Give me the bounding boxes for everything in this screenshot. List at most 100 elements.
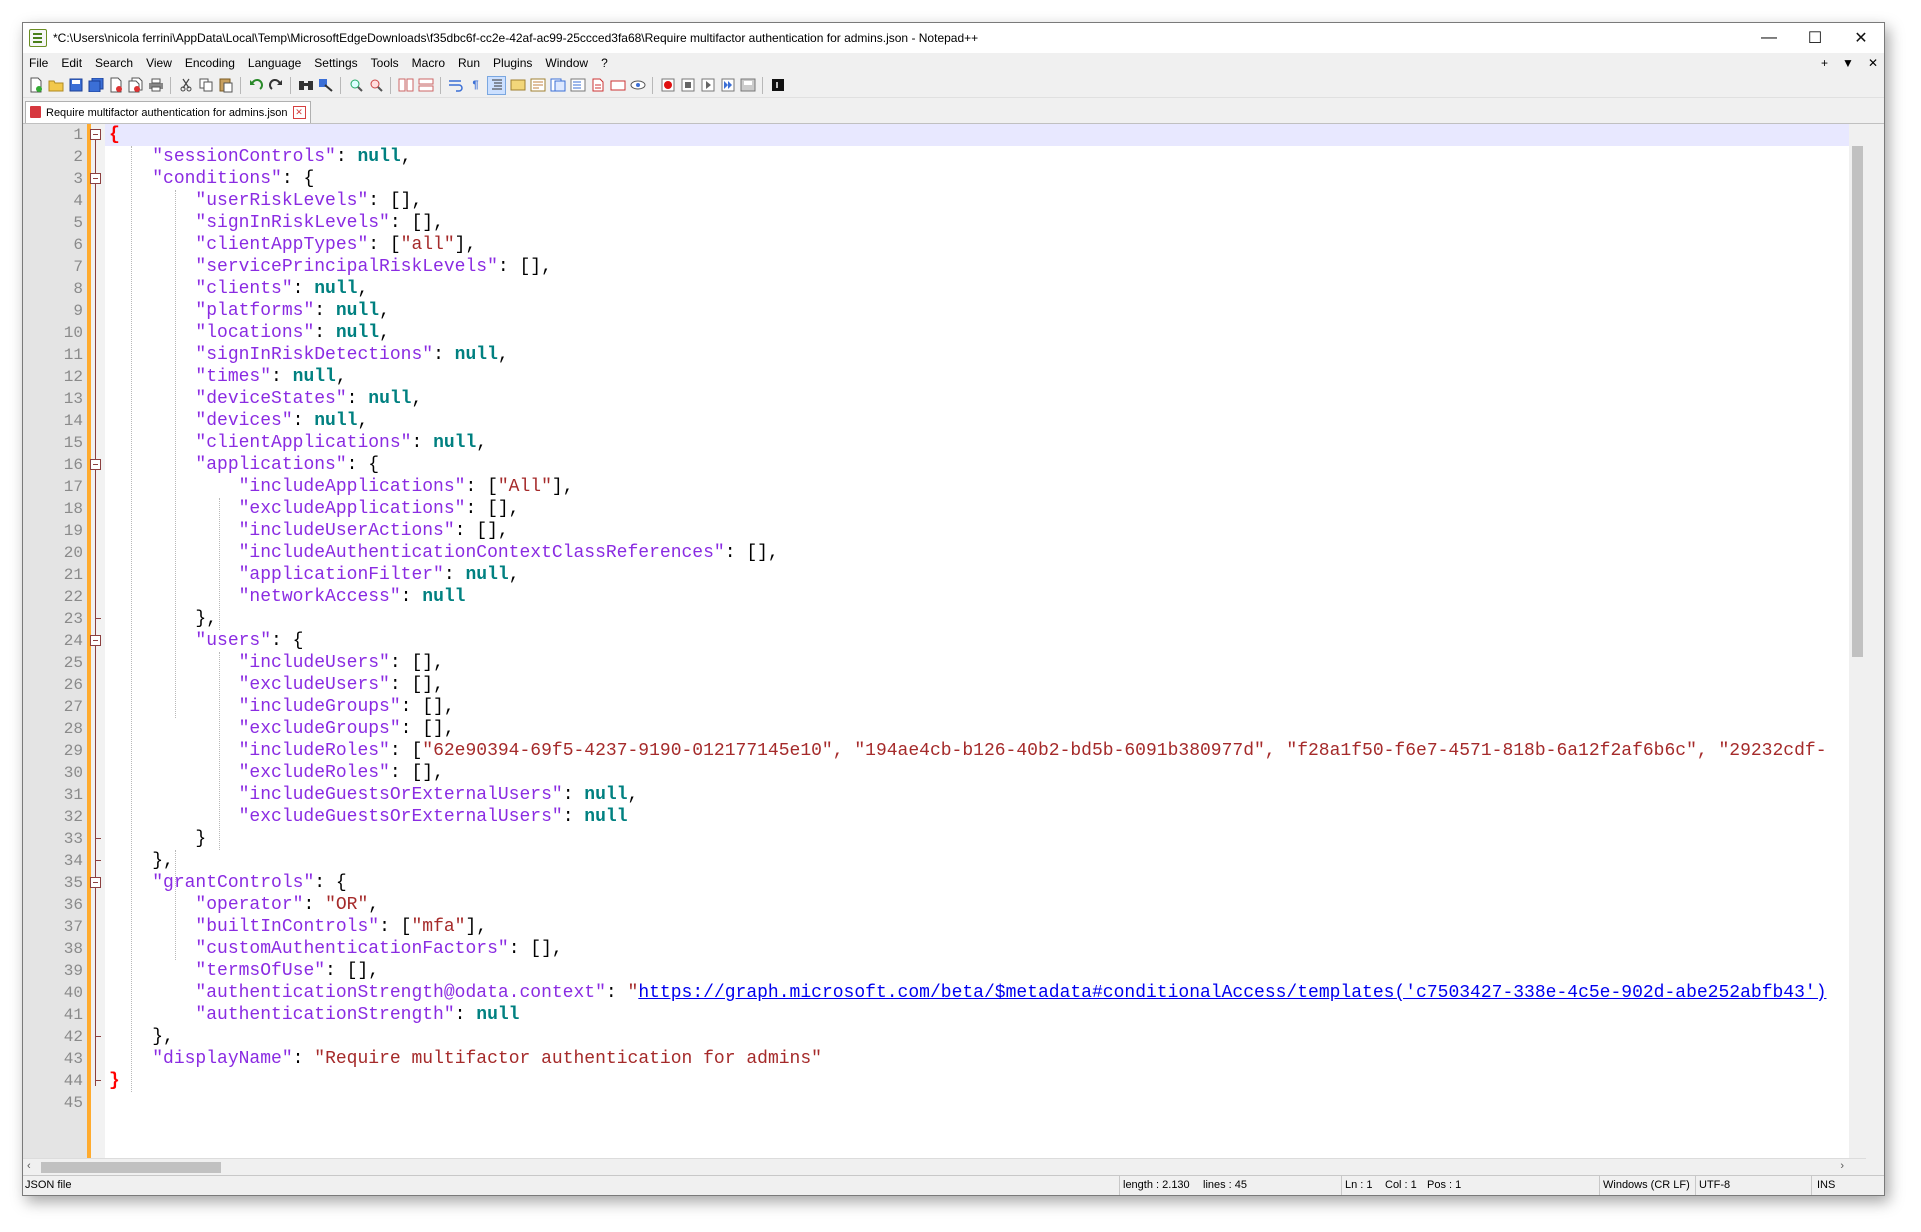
fold-toggle-icon[interactable] (90, 459, 101, 470)
word-wrap-icon[interactable] (447, 77, 464, 94)
open-file-icon[interactable] (47, 77, 64, 94)
redo-icon[interactable] (267, 77, 284, 94)
save-macro-icon[interactable] (739, 77, 756, 94)
menu-search[interactable]: Search (89, 56, 140, 70)
fold-toggle-icon[interactable] (90, 173, 101, 184)
close-file-icon[interactable] (107, 77, 124, 94)
metadata-link[interactable]: https://graph.microsoft.com/beta/$metada… (638, 983, 1826, 1003)
menu-run[interactable]: Run (452, 56, 487, 70)
new-tab-button[interactable]: + (1821, 56, 1828, 70)
close-all-icon[interactable] (127, 77, 144, 94)
code-line-42: 42 }, (63, 1027, 174, 1047)
menu-settings[interactable]: Settings (308, 56, 364, 70)
status-bar: JSON file length : 2.130 lines : 45 Ln :… (23, 1175, 1884, 1195)
code-line-2: 2 "sessionControls": null, (73, 147, 412, 167)
menu-tools[interactable]: Tools (365, 56, 406, 70)
zoom-in-icon[interactable] (347, 77, 364, 94)
status-lines: lines : 45 (1203, 1179, 1248, 1191)
new-file-icon[interactable] (27, 77, 44, 94)
menu-language[interactable]: Language (242, 56, 308, 70)
replace-icon[interactable] (317, 77, 334, 94)
sync-vertical-icon[interactable] (397, 77, 414, 94)
code-line-28: 28 "excludeGroups": [], (63, 719, 455, 739)
save-icon[interactable] (67, 77, 84, 94)
indent-guide-icon[interactable] (487, 75, 506, 95)
menu-file[interactable]: File (23, 56, 55, 70)
scroll-right-icon[interactable]: › (1840, 1160, 1844, 1172)
code-line-8: 8 "clients": null, (73, 279, 369, 299)
sync-horizontal-icon[interactable] (417, 77, 434, 94)
json-viewer-icon[interactable] (769, 77, 786, 94)
code-line-38: 38 "customAuthenticationFactors": [], (63, 939, 563, 959)
code-line-11: 11 "signInRiskDetections": null, (63, 345, 509, 365)
fold-toggle-icon[interactable] (90, 877, 101, 888)
status-encoding: UTF-8 (1699, 1179, 1731, 1191)
scroll-left-icon[interactable]: ‹ (27, 1160, 31, 1172)
fold-toggle-icon[interactable] (90, 129, 101, 140)
code-line-10: 10 "locations": null, (63, 323, 390, 343)
folder-workspace-icon[interactable] (589, 77, 606, 94)
show-all-chars-icon[interactable]: ¶ (467, 77, 484, 94)
doc-map-icon[interactable] (529, 77, 546, 94)
code-line-34: 34 }, (63, 851, 174, 871)
code-line-43: 43 "displayName": "Require multifactor a… (63, 1049, 822, 1069)
horizontal-scrollbar[interactable]: ‹ › (23, 1158, 1866, 1176)
code-line-31: 31 "includeGuestsOrExternalUsers": null, (63, 785, 639, 805)
save-all-icon[interactable] (87, 77, 104, 94)
eye-icon[interactable] (629, 77, 646, 94)
close-button[interactable]: ✕ (1838, 23, 1884, 53)
menu-view[interactable]: View (140, 56, 179, 70)
status-divider (1695, 1176, 1696, 1195)
minimize-button[interactable]: — (1746, 23, 1792, 53)
find-icon[interactable] (297, 77, 314, 94)
code-line-23: 23 }, (63, 609, 218, 629)
code-line-6: 6 "clientAppTypes": ["all"], (73, 235, 477, 255)
tab-close-icon[interactable]: ✕ (292, 106, 306, 119)
print-icon[interactable] (147, 77, 164, 94)
menu-encoding[interactable]: Encoding (179, 56, 242, 70)
toolbar-separator (240, 76, 241, 94)
stop-macro-icon[interactable] (679, 77, 696, 94)
record-macro-icon[interactable] (659, 77, 676, 94)
code-line-21: 21 "applicationFilter": null, (63, 565, 520, 585)
code-line-22: 22 "networkAccess": null (63, 587, 466, 607)
code-line-25: 25 "includeUsers": [], (63, 653, 444, 673)
code-line-33: 33 } (63, 829, 207, 849)
horizontal-scroll-thumb[interactable] (41, 1162, 221, 1173)
toolbar-separator (390, 76, 391, 94)
define-language-icon[interactable] (509, 77, 526, 94)
zoom-out-icon[interactable] (367, 77, 384, 94)
code-line-44: 44} (63, 1071, 120, 1091)
tab-active-file[interactable]: Require multifactor authentication for a… (25, 101, 311, 123)
play-macro-icon[interactable] (699, 77, 716, 94)
status-divider (1119, 1176, 1120, 1195)
code-line-16: 16 "applications": { (63, 455, 380, 475)
menu-plugins[interactable]: Plugins (487, 56, 539, 70)
status-divider (1811, 1176, 1812, 1195)
toolbar-separator (762, 76, 763, 94)
undo-icon[interactable] (247, 77, 264, 94)
play-macro-multiple-icon[interactable] (719, 77, 736, 94)
code-line-19: 19 "includeUserActions": [], (63, 521, 509, 541)
toolbar-separator (170, 76, 171, 94)
doc-list-icon[interactable] (549, 77, 566, 94)
copy-icon[interactable] (197, 77, 214, 94)
menu-help[interactable]: ? (595, 56, 615, 70)
vertical-scrollbar[interactable] (1849, 124, 1866, 1158)
editor-area[interactable]: 1{ 2 "sessionControls": null, 3 "conditi… (23, 124, 1866, 1158)
tab-list-button[interactable]: ▼ (1842, 56, 1854, 70)
code-line-29: 29 "includeRoles": ["62e90394-69f5-4237-… (63, 741, 1827, 761)
vertical-scroll-thumb[interactable] (1852, 146, 1863, 657)
fold-toggle-icon[interactable] (90, 635, 101, 646)
close-doc-button[interactable]: ✕ (1868, 56, 1878, 70)
menu-window[interactable]: Window (539, 56, 595, 70)
code-line-20: 20 "includeAuthenticationContextClassRef… (63, 543, 779, 563)
unsaved-file-icon (30, 106, 41, 118)
function-list-icon[interactable] (569, 77, 586, 94)
maximize-button[interactable]: ☐ (1792, 23, 1838, 53)
menu-edit[interactable]: Edit (55, 56, 89, 70)
monitoring-icon[interactable] (609, 77, 626, 94)
paste-icon[interactable] (217, 77, 234, 94)
menu-macro[interactable]: Macro (406, 56, 452, 70)
cut-icon[interactable] (177, 77, 194, 94)
